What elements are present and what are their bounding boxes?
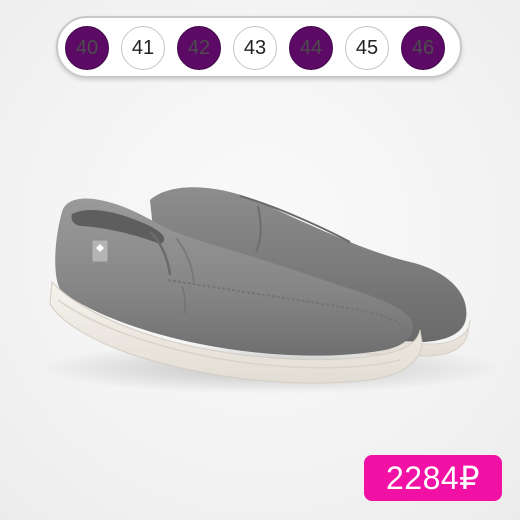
size-option-42[interactable]: 42 xyxy=(177,26,221,70)
size-option-45[interactable]: 45 xyxy=(345,26,389,70)
shoe-product-image xyxy=(40,187,500,394)
size-selector: 40 41 42 43 44 45 46 xyxy=(56,16,462,78)
product-card: 40 41 42 43 44 45 46 2284₽ xyxy=(0,0,520,520)
size-option-43[interactable]: 43 xyxy=(233,26,277,70)
size-option-41[interactable]: 41 xyxy=(121,26,165,70)
price-tag: 2284₽ xyxy=(364,455,502,501)
size-option-44[interactable]: 44 xyxy=(289,26,333,70)
size-option-46[interactable]: 46 xyxy=(401,26,445,70)
size-option-40[interactable]: 40 xyxy=(65,26,109,70)
